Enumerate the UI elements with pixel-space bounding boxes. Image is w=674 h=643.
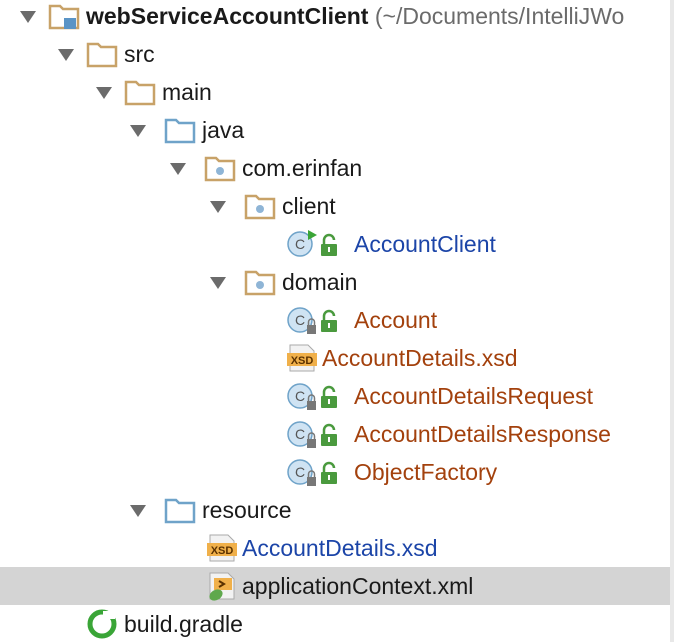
svg-text:C: C	[295, 388, 305, 404]
xsd-file-icon: XSD	[286, 342, 318, 374]
tree-label-account: Account	[354, 307, 438, 333]
lock-icon	[318, 380, 340, 412]
expand-arrow-icon[interactable]	[130, 125, 146, 137]
lock-icon	[318, 228, 340, 260]
tree-row-account-details-request[interactable]: C AccountDetailsRequest	[0, 377, 670, 415]
tree-label-client: client	[282, 193, 336, 219]
vertical-scrollbar[interactable]	[670, 0, 674, 642]
class-locked-icon: C	[286, 380, 318, 412]
tree-row-main[interactable]: main	[0, 73, 670, 111]
tree-row-package[interactable]: com.erinfan	[0, 149, 670, 187]
project-path: (~/Documents/IntelliJWo	[374, 3, 625, 29]
resource-folder-icon	[164, 494, 196, 526]
tree-label-package: com.erinfan	[242, 155, 363, 181]
tree-label-account-details-xsd: AccountDetails.xsd	[322, 345, 518, 371]
source-folder-icon	[164, 114, 196, 146]
lock-icon	[318, 418, 340, 450]
svg-text:XSD: XSD	[211, 545, 234, 557]
svg-text:C: C	[295, 236, 305, 252]
svg-text:C: C	[295, 464, 305, 480]
svg-text:C: C	[295, 312, 305, 328]
tree-row-account[interactable]: C Account	[0, 301, 670, 339]
xsd-file-icon: XSD	[206, 532, 238, 564]
package-icon	[244, 266, 276, 298]
svg-text:C: C	[295, 426, 305, 442]
spring-xml-file-icon	[206, 570, 238, 602]
tree-label-domain: domain	[282, 269, 358, 295]
svg-text:XSD: XSD	[291, 355, 314, 367]
project-name: webServiceAccountClient (~/Documents/Int…	[86, 3, 625, 29]
tree-label-main: main	[162, 79, 212, 105]
tree-row-account-details-response[interactable]: C AccountDetailsResponse	[0, 415, 670, 453]
runnable-class-icon: C	[286, 228, 318, 260]
folder-icon	[86, 38, 118, 70]
tree-row-application-context[interactable]: applicationContext.xml	[0, 567, 670, 605]
tree-row-java[interactable]: java	[0, 111, 670, 149]
tree-label-account-client: AccountClient	[354, 231, 496, 257]
expand-arrow-icon[interactable]	[210, 201, 226, 213]
project-tree: webServiceAccountClient (~/Documents/Int…	[0, 0, 670, 642]
module-folder-icon	[48, 0, 80, 32]
tree-label-src: src	[124, 41, 155, 67]
tree-label-java: java	[202, 117, 245, 143]
tree-row-account-details-xsd[interactable]: XSD AccountDetails.xsd	[0, 339, 670, 377]
lock-icon	[318, 456, 340, 488]
expand-arrow-icon[interactable]	[210, 277, 226, 289]
tree-row-resource[interactable]: resource	[0, 491, 670, 529]
expand-arrow-icon[interactable]	[170, 163, 186, 175]
tree-row-project-root[interactable]: webServiceAccountClient (~/Documents/Int…	[0, 0, 670, 35]
tree-label-application-context: applicationContext.xml	[242, 573, 474, 599]
tree-label-account-details-request: AccountDetailsRequest	[354, 383, 594, 409]
lock-icon	[318, 304, 340, 336]
folder-icon	[124, 76, 156, 108]
tree-row-object-factory[interactable]: C ObjectFactory	[0, 453, 670, 491]
tree-label-resource-xsd: AccountDetails.xsd	[242, 535, 438, 561]
tree-row-account-client[interactable]: C AccountClient	[0, 225, 670, 263]
package-icon	[204, 152, 236, 184]
class-locked-icon: C	[286, 418, 318, 450]
tree-row-build-gradle[interactable]: build.gradle	[0, 605, 670, 643]
tree-label-resource: resource	[202, 497, 292, 523]
expand-arrow-icon[interactable]	[96, 87, 112, 99]
package-icon	[244, 190, 276, 222]
expand-arrow-icon[interactable]	[130, 505, 146, 517]
tree-row-domain[interactable]: domain	[0, 263, 670, 301]
expand-arrow-icon[interactable]	[20, 11, 36, 23]
gradle-icon	[86, 608, 118, 640]
tree-label-account-details-response: AccountDetailsResponse	[354, 421, 611, 447]
tree-row-src[interactable]: src	[0, 35, 670, 73]
tree-row-client[interactable]: client	[0, 187, 670, 225]
tree-row-resource-xsd[interactable]: XSD AccountDetails.xsd	[0, 529, 670, 567]
tree-label-object-factory: ObjectFactory	[354, 459, 498, 485]
tree-label-build-gradle: build.gradle	[124, 611, 243, 637]
class-locked-icon: C	[286, 304, 318, 336]
class-locked-icon: C	[286, 456, 318, 488]
expand-arrow-icon[interactable]	[58, 49, 74, 61]
